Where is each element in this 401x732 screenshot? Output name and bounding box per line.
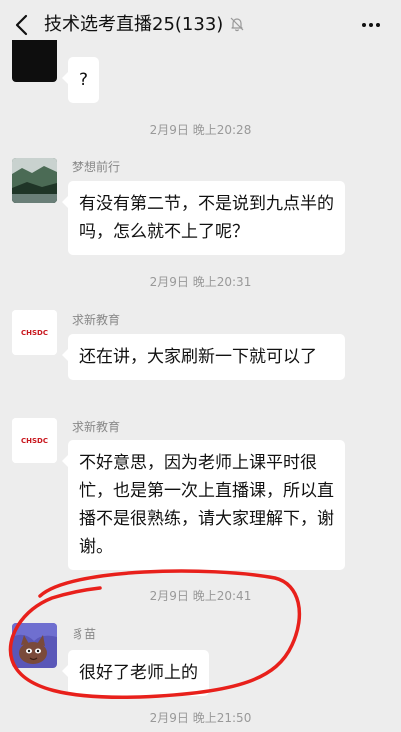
message-timestamp: 2月9日 晚上20:41 (149, 589, 252, 603)
avatar[interactable] (12, 623, 57, 668)
message-bubble[interactable]: 有没有第二节，不是说到九点半的吗，怎么就不上了呢？ (62, 181, 345, 255)
chat-title: 技术选考直播25(133) (44, 14, 224, 35)
avatar[interactable]: CHSDC (12, 310, 57, 355)
svg-text:CHSDC: CHSDC (21, 437, 48, 445)
message-timestamp: 2月9日 晚上20:31 (149, 275, 252, 289)
avatar[interactable] (12, 40, 57, 82)
sender-name: 梦想前行 (72, 160, 121, 174)
avatar[interactable] (12, 158, 57, 203)
cat-avatar-icon (12, 623, 57, 668)
sender-name: 豸苗 (72, 627, 97, 641)
back-arrow-icon[interactable] (13, 14, 31, 36)
sender-name: 求新教育 (72, 313, 121, 327)
message-timestamp: 2月9日 晚上21:50 (149, 711, 252, 725)
landscape-photo-icon (12, 158, 57, 203)
more-dots-icon[interactable] (360, 17, 382, 33)
svg-text:CHSDC: CHSDC (21, 329, 48, 337)
avatar[interactable]: CHSDC (12, 418, 57, 463)
message-bubble[interactable]: 不好意思，因为老师上课平时很忙，也是第一次上直播课，所以直播不是很熟练，请大家理… (62, 440, 345, 570)
sender-name: 求新教育 (72, 420, 121, 434)
message-timestamp: 2月9日 晚上20:28 (149, 123, 252, 137)
message-bubble[interactable]: ? (61, 57, 100, 103)
message-bubble[interactable]: 还在讲，大家刷新一下就可以了 (62, 334, 345, 380)
logo-avatar: CHSDC (12, 418, 57, 463)
logo-avatar: CHSDC (12, 310, 57, 355)
mute-bell-icon (230, 17, 244, 32)
message-bubble[interactable]: 很好了老师上的 (62, 650, 209, 696)
chat-header: 技术选考直播25(133) (0, 0, 401, 50)
